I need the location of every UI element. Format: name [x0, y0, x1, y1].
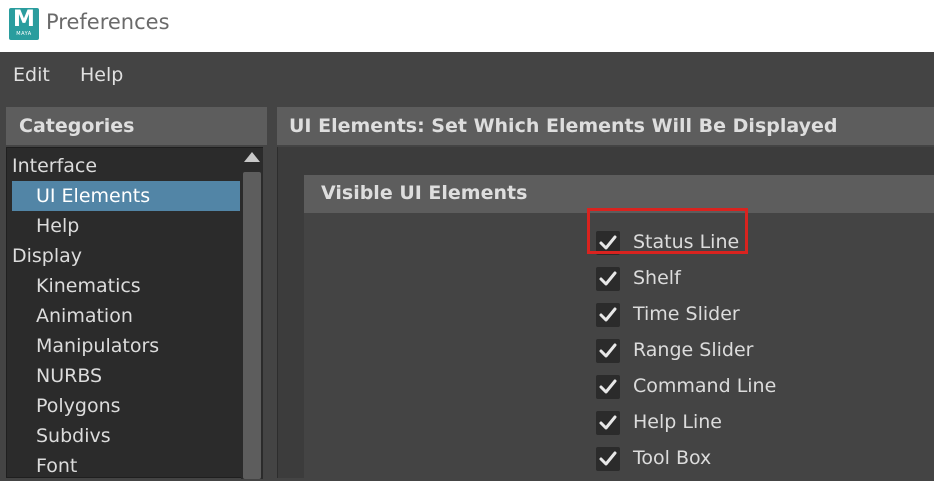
scroll-up-arrow-icon[interactable] [244, 152, 260, 162]
settings-body: Visible UI Elements Status Line Shelf Ti… [277, 147, 934, 478]
checkbox[interactable] [596, 375, 620, 399]
checkbox-label: Tool Box [633, 447, 712, 469]
checkmark-icon [599, 271, 617, 286]
menu-help[interactable]: Help [80, 64, 123, 86]
checkbox-label: Range Slider [633, 339, 754, 361]
checkbox-label: Shelf [633, 267, 681, 289]
app-icon-text: MAYA [16, 31, 32, 37]
checkbox[interactable] [596, 411, 620, 435]
category-item-help[interactable]: Help [36, 211, 240, 241]
category-label: Interface [12, 155, 98, 177]
category-label: Font [36, 455, 78, 477]
checkbox-shelf[interactable]: Shelf [304, 265, 934, 295]
section-title: Visible UI Elements [321, 182, 528, 204]
status-line-highlight-box [587, 208, 748, 254]
category-label: Kinematics [36, 275, 141, 297]
checkbox-time-slider[interactable]: Time Slider [304, 301, 934, 331]
title-bar: M MAYA Preferences [0, 0, 934, 52]
category-label: Polygons [36, 395, 121, 417]
categories-scrollbar[interactable] [241, 148, 263, 479]
categories-list: Interface UI Elements Help Display Kinem… [6, 147, 263, 481]
category-label: Manipulators [36, 335, 160, 357]
checkbox[interactable] [596, 339, 620, 363]
checkmark-icon [599, 379, 617, 394]
app-icon-letter: M [13, 7, 35, 32]
checkbox-range-slider[interactable]: Range Slider [304, 337, 934, 367]
window-title: Preferences [46, 10, 170, 34]
checkbox-label: Help Line [633, 411, 722, 433]
maya-app-icon: M MAYA [9, 8, 39, 40]
category-item-interface[interactable]: Interface [12, 151, 240, 181]
settings-header: UI Elements: Set Which Elements Will Be … [277, 107, 934, 145]
category-item-font[interactable]: Font [36, 451, 240, 481]
checkbox[interactable] [596, 267, 620, 291]
menu-edit[interactable]: Edit [13, 64, 50, 86]
categories-panel: Categories Interface UI Elements Help Di… [6, 107, 267, 481]
category-label: Subdivs [36, 425, 111, 447]
category-item-kinematics[interactable]: Kinematics [36, 271, 240, 301]
category-item-manipulators[interactable]: Manipulators [36, 331, 240, 361]
checkmark-icon [599, 451, 617, 466]
category-item-nurbs[interactable]: NURBS [36, 361, 240, 391]
settings-panel: UI Elements: Set Which Elements Will Be … [277, 107, 934, 478]
menu-bar: Edit Help [0, 52, 934, 98]
category-label: UI Elements [36, 185, 151, 207]
category-item-polygons[interactable]: Polygons [36, 391, 240, 421]
categories-title: Categories [19, 115, 135, 137]
checkmark-icon [599, 343, 617, 358]
checkmark-icon [599, 415, 617, 430]
category-item-subdivs[interactable]: Subdivs [36, 421, 240, 451]
checkbox-label: Time Slider [633, 303, 740, 325]
settings-title: UI Elements: Set Which Elements Will Be … [289, 115, 838, 137]
checkbox-tool-box[interactable]: Tool Box [304, 445, 934, 475]
category-label: Help [36, 215, 80, 237]
checkbox[interactable] [596, 447, 620, 471]
checkbox-command-line[interactable]: Command Line [304, 373, 934, 403]
category-label: Display [12, 245, 83, 267]
scrollbar-thumb[interactable] [243, 172, 261, 479]
category-label: Animation [36, 305, 133, 327]
category-item-ui-elements[interactable]: UI Elements [12, 181, 240, 211]
checkbox-help-line[interactable]: Help Line [304, 409, 934, 439]
checkmark-icon [599, 307, 617, 322]
category-item-display[interactable]: Display [12, 241, 240, 271]
checkbox[interactable] [596, 303, 620, 327]
category-item-animation[interactable]: Animation [36, 301, 240, 331]
categories-header: Categories [6, 107, 267, 145]
checkbox-label: Command Line [633, 375, 777, 397]
category-label: NURBS [36, 365, 103, 387]
